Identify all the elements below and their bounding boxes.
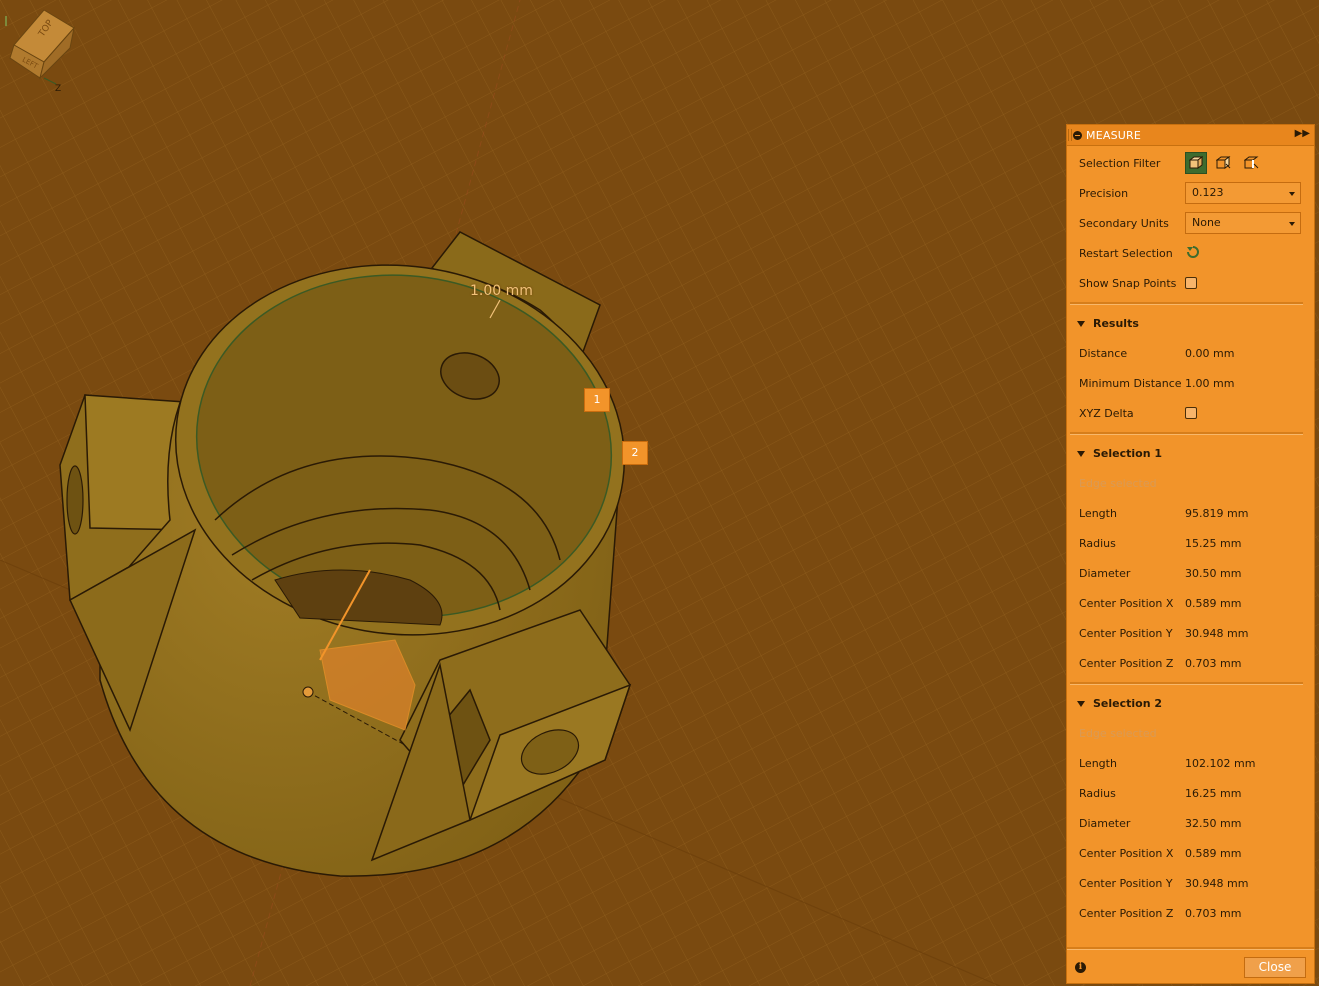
collapse-triangle-icon bbox=[1077, 450, 1085, 457]
show-snap-points-checkbox[interactable] bbox=[1185, 277, 1197, 289]
chevron-down-icon bbox=[1289, 192, 1295, 196]
xyz-delta-checkbox[interactable] bbox=[1185, 407, 1197, 419]
selection2-radius-label: Radius bbox=[1079, 786, 1116, 800]
selection1-center-y-label: Center Position Y bbox=[1079, 626, 1173, 640]
min-distance-row: Minimum Distance 1.00 mm bbox=[1079, 373, 1305, 393]
secondary-units-label: Secondary Units bbox=[1079, 216, 1169, 230]
selection2-length-label: Length bbox=[1079, 756, 1117, 770]
selection1-center-y-value: 30.948 mm bbox=[1185, 626, 1249, 640]
results-title: Results bbox=[1093, 317, 1139, 330]
table-row: Length 95.819 mm bbox=[1079, 503, 1305, 523]
selection2-radius-value: 16.25 mm bbox=[1185, 786, 1242, 800]
table-row: Center Position Z 0.703 mm bbox=[1079, 903, 1305, 923]
filter-face-icon[interactable] bbox=[1213, 152, 1235, 174]
selection1-center-z-label: Center Position Z bbox=[1079, 656, 1174, 670]
table-row: Radius 16.25 mm bbox=[1079, 783, 1305, 803]
close-button[interactable]: Close bbox=[1244, 957, 1306, 978]
selection1-title: Selection 1 bbox=[1093, 447, 1163, 460]
restart-selection-label: Restart Selection bbox=[1079, 246, 1173, 260]
table-row: Center Position X 0.589 mm bbox=[1079, 593, 1305, 613]
selection2-center-y-value: 30.948 mm bbox=[1185, 876, 1249, 890]
selection1-status: Edge selected bbox=[1079, 476, 1157, 490]
selection2-status-row: Edge selected bbox=[1079, 723, 1305, 743]
selection-marker-1[interactable]: 1 bbox=[584, 388, 610, 412]
distance-row: Distance 0.00 mm bbox=[1079, 343, 1305, 363]
results-section-header[interactable]: Results bbox=[1077, 317, 1139, 330]
restart-selection-row: Restart Selection bbox=[1079, 243, 1305, 263]
divider bbox=[1070, 682, 1303, 685]
selection1-radius-value: 15.25 mm bbox=[1185, 536, 1242, 550]
precision-label: Precision bbox=[1079, 186, 1129, 200]
footer-divider bbox=[1067, 947, 1314, 950]
selection1-radius-label: Radius bbox=[1079, 536, 1116, 550]
selection2-center-z-value: 0.703 mm bbox=[1185, 906, 1242, 920]
divider bbox=[1070, 302, 1303, 305]
table-row: Diameter 30.50 mm bbox=[1079, 563, 1305, 583]
precision-dropdown[interactable]: 0.123 bbox=[1185, 182, 1301, 204]
chevron-down-icon bbox=[1289, 222, 1295, 226]
selection1-diameter-label: Diameter bbox=[1079, 566, 1131, 580]
min-distance-value: 1.00 mm bbox=[1185, 376, 1235, 390]
secondary-units-dropdown[interactable]: None bbox=[1185, 212, 1301, 234]
filter-edge-icon[interactable] bbox=[1241, 152, 1263, 174]
collapse-icon[interactable] bbox=[1073, 130, 1082, 140]
selection2-diameter-value: 32.50 mm bbox=[1185, 816, 1242, 830]
table-row: Length 102.102 mm bbox=[1079, 753, 1305, 773]
secondary-units-value: None bbox=[1192, 216, 1221, 229]
selection2-diameter-label: Diameter bbox=[1079, 816, 1131, 830]
selection1-center-z-value: 0.703 mm bbox=[1185, 656, 1242, 670]
selection-marker-2[interactable]: 2 bbox=[622, 441, 648, 465]
drag-handle[interactable] bbox=[1068, 129, 1072, 141]
selection2-length-value: 102.102 mm bbox=[1185, 756, 1256, 770]
selection2-center-y-label: Center Position Y bbox=[1079, 876, 1173, 890]
selection1-center-x-label: Center Position X bbox=[1079, 596, 1174, 610]
distance-label: Distance bbox=[1079, 346, 1128, 360]
panel-title: MEASURE bbox=[1086, 128, 1141, 142]
show-snap-points-label: Show Snap Points bbox=[1079, 276, 1177, 290]
selection1-length-label: Length bbox=[1079, 506, 1117, 520]
secondary-units-row: Secondary Units None bbox=[1079, 212, 1305, 234]
collapse-triangle-icon bbox=[1077, 320, 1085, 327]
selection2-status: Edge selected bbox=[1079, 726, 1157, 740]
xyz-delta-label: XYZ Delta bbox=[1079, 406, 1134, 420]
xyz-delta-row: XYZ Delta bbox=[1079, 403, 1305, 423]
viewcube-axis-label: Z bbox=[55, 84, 61, 92]
measure-panel: MEASURE ▶▶ Selection Filter Precision 0.… bbox=[1066, 124, 1315, 984]
selection1-status-row: Edge selected bbox=[1079, 473, 1305, 493]
selection1-section-header[interactable]: Selection 1 bbox=[1077, 447, 1162, 460]
show-snap-points-row: Show Snap Points bbox=[1079, 273, 1305, 293]
viewcube[interactable]: TOP LEFT Z bbox=[0, 0, 92, 92]
selection1-center-x-value: 0.589 mm bbox=[1185, 596, 1242, 610]
table-row: Center Position Z 0.703 mm bbox=[1079, 653, 1305, 673]
selection2-center-x-value: 0.589 mm bbox=[1185, 846, 1242, 860]
table-row: Radius 15.25 mm bbox=[1079, 533, 1305, 553]
table-row: Diameter 32.50 mm bbox=[1079, 813, 1305, 833]
dimension-label: 1.00 mm bbox=[470, 283, 533, 299]
restart-icon[interactable] bbox=[1185, 245, 1201, 262]
table-row: Center Position Y 30.948 mm bbox=[1079, 873, 1305, 893]
selection2-center-x-label: Center Position X bbox=[1079, 846, 1174, 860]
panel-header[interactable]: MEASURE ▶▶ bbox=[1067, 125, 1314, 146]
collapse-triangle-icon bbox=[1077, 700, 1085, 707]
table-row: Center Position Y 30.948 mm bbox=[1079, 623, 1305, 643]
table-row: Center Position X 0.589 mm bbox=[1079, 843, 1305, 863]
min-distance-label: Minimum Distance bbox=[1079, 376, 1182, 390]
info-icon[interactable]: i bbox=[1075, 962, 1086, 973]
distance-value: 0.00 mm bbox=[1185, 346, 1235, 360]
selection1-length-value: 95.819 mm bbox=[1185, 506, 1249, 520]
expand-icon[interactable]: ▶▶ bbox=[1295, 128, 1310, 139]
selection2-title: Selection 2 bbox=[1093, 697, 1163, 710]
filter-body-icon[interactable] bbox=[1185, 152, 1207, 174]
selection-filter-label: Selection Filter bbox=[1079, 156, 1161, 170]
precision-row: Precision 0.123 bbox=[1079, 182, 1305, 204]
selection2-section-header[interactable]: Selection 2 bbox=[1077, 697, 1162, 710]
divider bbox=[1070, 432, 1303, 435]
precision-value: 0.123 bbox=[1192, 186, 1224, 199]
selection1-diameter-value: 30.50 mm bbox=[1185, 566, 1242, 580]
selection2-center-z-label: Center Position Z bbox=[1079, 906, 1174, 920]
selection-filter-row: Selection Filter bbox=[1079, 152, 1305, 174]
